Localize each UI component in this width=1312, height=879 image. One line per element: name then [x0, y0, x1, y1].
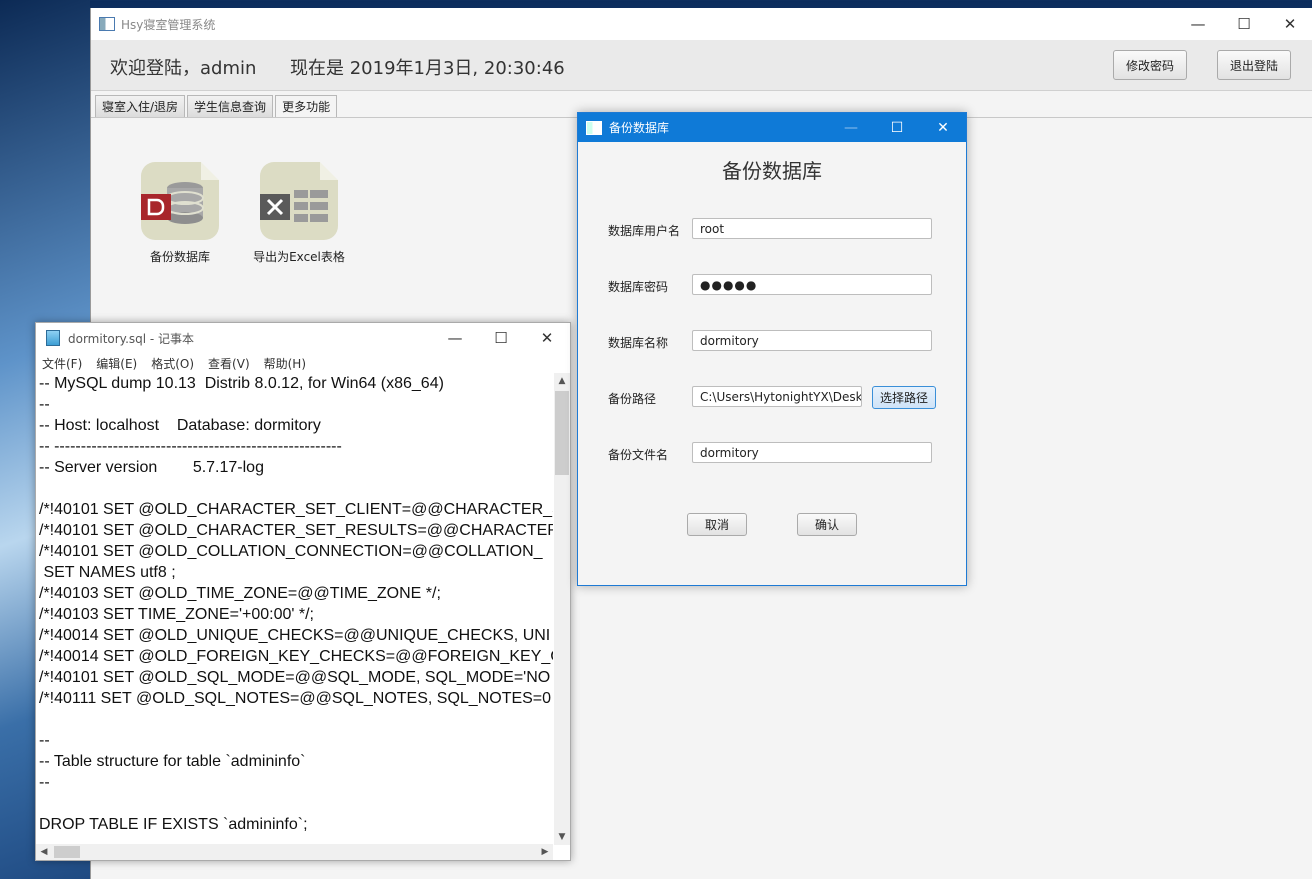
dialog-minimize-button[interactable]: — — [828, 113, 874, 142]
db-name-input[interactable]: dormitory — [692, 330, 932, 351]
text-line: -- Host: localhost Database: dormitory — [39, 417, 321, 434]
database-backup-icon — [141, 162, 219, 240]
backup-dialog: 备份数据库 — ☐ ✕ 备份数据库 数据库用户名 root 数据库密码 ●●●●… — [577, 112, 967, 586]
text-line: -- — [39, 774, 50, 791]
horizontal-scrollbar[interactable]: ◀ ▶ — [36, 844, 553, 860]
horizontal-scroll-thumb[interactable] — [54, 846, 80, 858]
db-name-label: 数据库名称 — [608, 336, 669, 350]
vertical-scrollbar[interactable]: ▲ ▼ — [554, 373, 570, 845]
change-password-button[interactable]: 修改密码 — [1113, 50, 1187, 80]
menu-file[interactable]: 文件(F) — [42, 355, 82, 372]
notepad-maximize-button[interactable]: ☐ — [478, 323, 524, 353]
text-line: SET NAMES utf8 ; — [39, 564, 176, 581]
dialog-title: 备份数据库 — [609, 121, 670, 135]
close-button[interactable]: ✕ — [1267, 8, 1312, 40]
text-line: /*!40101 SET @OLD_SQL_MODE=@@SQL_MODE, S… — [39, 669, 551, 686]
app-header: 欢迎登陆，admin 现在是 2019年1月3日, 20:30:46 修改密码 … — [91, 40, 1312, 91]
app-title: Hsy寝室管理系统 — [121, 17, 216, 32]
text-line: -- MySQL dump 10.13 Distrib 8.0.12, for … — [39, 375, 444, 392]
cancel-button[interactable]: 取消 — [687, 513, 747, 536]
backup-filename-input[interactable]: dormitory — [692, 442, 932, 463]
app-icon — [99, 17, 115, 31]
vertical-scroll-thumb[interactable] — [555, 391, 569, 475]
dialog-close-button[interactable]: ✕ — [920, 113, 966, 142]
maximize-button[interactable]: ☐ — [1221, 8, 1267, 40]
notepad-menubar: 文件(F) 编辑(E) 格式(O) 查看(V) 帮助(H) — [36, 353, 570, 373]
scroll-down-arrow-icon[interactable]: ▼ — [554, 829, 570, 845]
tab-bar: 寝室入住/退房 学生信息查询 更多功能 — [95, 95, 339, 117]
minimize-button[interactable]: — — [1175, 8, 1221, 40]
text-line: DROP TABLE IF EXISTS `admininfo`; — [39, 816, 308, 833]
dialog-heading: 备份数据库 — [722, 159, 822, 183]
excel-export-icon — [260, 162, 338, 240]
menu-edit[interactable]: 编辑(E) — [96, 355, 137, 372]
clock-text: 现在是 2019年1月3日, 20:30:46 — [290, 58, 565, 79]
notepad-minimize-button[interactable]: — — [432, 323, 478, 353]
text-line: -- -------------------------------------… — [39, 438, 342, 455]
text-line: -- — [39, 732, 50, 749]
menu-help[interactable]: 帮助(H) — [264, 355, 306, 372]
confirm-button[interactable]: 确认 — [797, 513, 857, 536]
export-excel-feature[interactable]: 导出为Excel表格 — [234, 162, 364, 265]
notepad-text-area[interactable]: -- MySQL dump 10.13 Distrib 8.0.12, for … — [36, 373, 553, 845]
db-password-label: 数据库密码 — [608, 280, 669, 294]
text-line: -- Server version 5.7.17-log — [39, 459, 264, 476]
notepad-title: dormitory.sql - 记事本 — [68, 331, 195, 346]
export-excel-label: 导出为Excel表格 — [253, 250, 345, 264]
text-line: /*!40101 SET @OLD_CHARACTER_SET_RESULTS=… — [39, 522, 553, 539]
text-line: -- Table structure for table `admininfo` — [39, 753, 306, 770]
tab-student-info[interactable]: 学生信息查询 — [187, 95, 274, 117]
text-line: /*!40014 SET @OLD_FOREIGN_KEY_CHECKS=@@F… — [39, 648, 553, 665]
scroll-right-arrow-icon[interactable]: ▶ — [537, 844, 553, 860]
backup-filename-label: 备份文件名 — [608, 448, 669, 462]
backup-database-feature[interactable]: 备份数据库 — [115, 162, 245, 265]
notepad-window: dormitory.sql - 记事本 — ☐ ✕ 文件(F) 编辑(E) 格式… — [35, 322, 571, 861]
dialog-maximize-button[interactable]: ☐ — [874, 113, 920, 142]
text-line: /*!40103 SET @OLD_TIME_ZONE=@@TIME_ZONE … — [39, 585, 441, 602]
choose-path-button[interactable]: 选择路径 — [872, 386, 936, 409]
text-line: /*!40111 SET @OLD_SQL_NOTES=@@SQL_NOTES,… — [39, 690, 552, 707]
scroll-up-arrow-icon[interactable]: ▲ — [554, 373, 570, 389]
backup-database-label: 备份数据库 — [149, 250, 210, 264]
text-line — [36, 793, 553, 814]
logout-button[interactable]: 退出登陆 — [1217, 50, 1291, 80]
dialog-app-icon — [586, 120, 602, 135]
db-password-input[interactable]: ●●●●● — [692, 274, 932, 295]
scroll-left-arrow-icon[interactable]: ◀ — [36, 844, 52, 860]
text-line: -- — [39, 396, 50, 413]
menu-format[interactable]: 格式(O) — [151, 355, 194, 372]
notepad-titlebar[interactable]: dormitory.sql - 记事本 — ☐ ✕ — [36, 323, 570, 353]
text-line — [36, 709, 553, 730]
text-line: /*!40014 SET @OLD_UNIQUE_CHECKS=@@UNIQUE… — [39, 627, 551, 644]
text-line: /*!40101 SET @OLD_CHARACTER_SET_CLIENT=@… — [39, 501, 553, 518]
notepad-close-button[interactable]: ✕ — [524, 323, 570, 353]
text-line — [36, 478, 553, 499]
tab-checkin-checkout[interactable]: 寝室入住/退房 — [95, 95, 186, 117]
db-username-label: 数据库用户名 — [608, 224, 681, 238]
notepad-icon — [46, 330, 60, 346]
app-titlebar[interactable]: Hsy寝室管理系统 — ☐ ✕ — [91, 8, 1312, 40]
text-line: /*!40103 SET TIME_ZONE='+00:00' */; — [39, 606, 314, 623]
backup-path-label: 备份路径 — [608, 392, 657, 406]
db-username-input[interactable]: root — [692, 218, 932, 239]
backup-path-input[interactable]: C:\Users\HytonightYX\Desk — [692, 386, 862, 407]
welcome-text: 欢迎登陆，admin — [110, 58, 257, 79]
dialog-titlebar[interactable]: 备份数据库 — ☐ ✕ — [578, 113, 966, 142]
text-line: /*!40101 SET @OLD_COLLATION_CONNECTION=@… — [39, 543, 543, 560]
menu-view[interactable]: 查看(V) — [208, 355, 250, 372]
tab-more-features[interactable]: 更多功能 — [275, 95, 338, 117]
